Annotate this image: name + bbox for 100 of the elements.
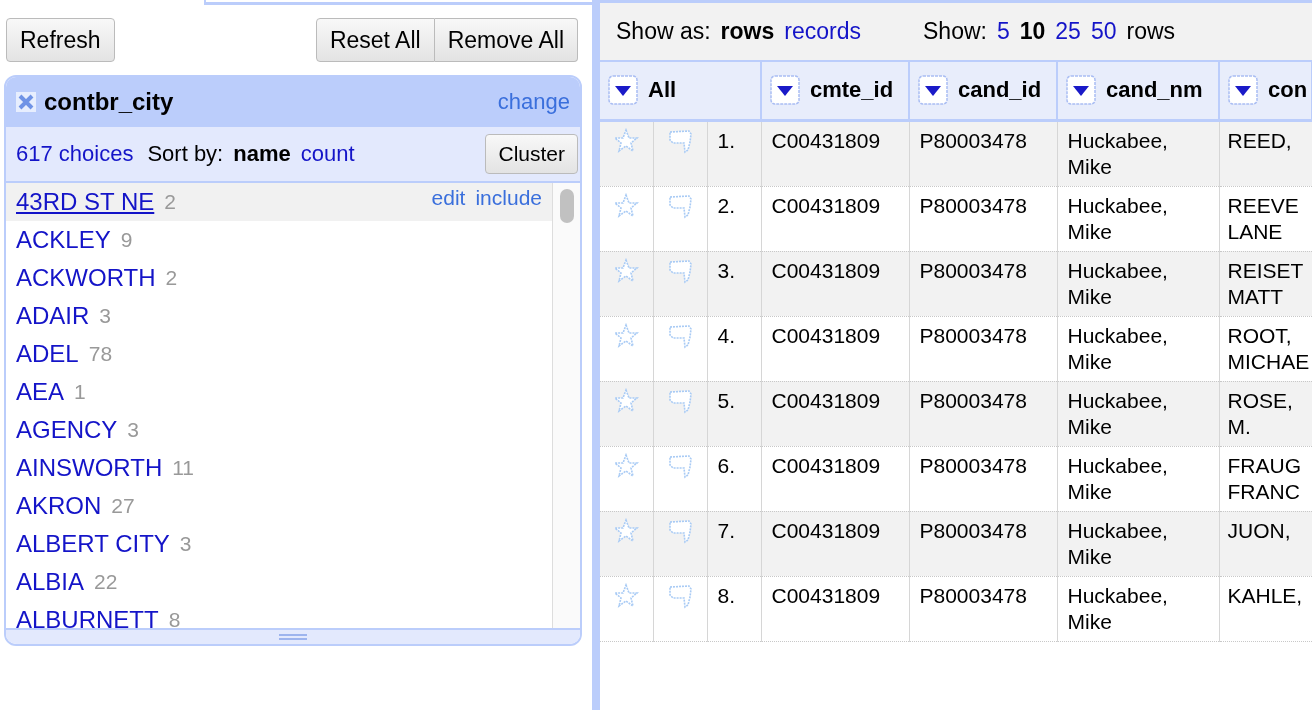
choice-row[interactable]: ALBURNETT 8 (6, 601, 552, 628)
row-number: 6. (717, 453, 735, 477)
star-icon[interactable] (613, 517, 640, 544)
choice-row[interactable]: AGENCY 3 (6, 411, 552, 449)
choice-count: 11 (172, 456, 195, 480)
star-icon[interactable] (613, 582, 640, 609)
flag-icon[interactable] (667, 192, 693, 219)
table-cell: P80003478 (919, 453, 1027, 477)
dropdown-icon[interactable] (770, 75, 800, 106)
choice-link[interactable]: ALBURNETT (16, 606, 159, 628)
table-cell: REISET MATT (1227, 258, 1303, 308)
column-header[interactable]: cand_id (909, 62, 1057, 120)
choice-row[interactable]: 43RD ST NE 2 edit include (6, 183, 552, 221)
table-cell: C00431809 (771, 323, 881, 347)
column-name: con (1268, 77, 1308, 104)
table-cell: P80003478 (919, 583, 1027, 607)
sort-option[interactable]: name (233, 141, 291, 167)
flag-icon[interactable] (667, 322, 693, 349)
page-size-option[interactable]: 25 (1055, 18, 1081, 45)
flag-icon[interactable] (667, 582, 693, 609)
flag-icon[interactable] (667, 257, 693, 284)
choice-link[interactable]: ADEL (16, 340, 79, 368)
choice-action-link[interactable]: edit (431, 186, 466, 210)
choice-link[interactable]: ALBERT CITY (16, 530, 170, 558)
scrollbar[interactable] (552, 183, 580, 628)
flag-icon[interactable] (667, 387, 693, 414)
view-mode-option[interactable]: records (784, 18, 861, 45)
scrollbar-thumb[interactable] (559, 189, 574, 223)
choice-link[interactable]: 43RD ST NE (16, 188, 155, 216)
table-cell: C00431809 (771, 388, 881, 412)
remove-all-button[interactable]: Remove All (434, 18, 578, 62)
star-icon[interactable] (613, 387, 640, 414)
reset-all-button[interactable]: Reset All (315, 18, 435, 62)
flag-icon[interactable] (667, 517, 693, 544)
grip-icon[interactable] (279, 634, 307, 640)
sort-option[interactable]: count (300, 141, 355, 167)
dropdown-icon[interactable] (1228, 75, 1258, 106)
choice-link[interactable]: AEA (16, 378, 65, 406)
choice-link[interactable]: ALBIA (16, 568, 85, 596)
table-cell: P80003478 (919, 258, 1027, 282)
choice-count: 27 (111, 494, 135, 518)
choice-count: 3 (179, 532, 192, 556)
flag-icon[interactable] (667, 452, 693, 479)
choice-row[interactable]: ALBIA 22 (6, 563, 552, 601)
choice-count: 78 (88, 342, 113, 366)
column-header[interactable]: All (600, 62, 761, 120)
table-cell: C00431809 (771, 258, 881, 282)
choice-link[interactable]: ACKLEY (16, 226, 111, 254)
star-icon[interactable] (613, 322, 640, 349)
choice-row[interactable]: AKRON 27 (6, 487, 552, 525)
choice-row[interactable]: AINSWORTH 11 (6, 449, 552, 487)
table-cell: JUON, (1227, 518, 1291, 542)
table-cell: Huckabee, Mike (1067, 193, 1168, 243)
sort-label: Sort by: (147, 141, 224, 167)
table-cell: P80003478 (919, 518, 1027, 542)
choice-link[interactable]: AKRON (16, 492, 102, 520)
refresh-button[interactable]: Refresh (6, 18, 115, 62)
table-cell: FRAUG FRANC (1227, 453, 1301, 503)
row-number: 1. (717, 128, 735, 152)
choice-link[interactable]: ADAIR (16, 302, 90, 330)
view-mode-option[interactable]: rows (720, 18, 775, 45)
table-cell: C00431809 (771, 518, 881, 542)
choice-row[interactable]: AEA 1 (6, 373, 552, 411)
star-icon[interactable] (613, 127, 640, 154)
table-cell: REEVE LANE (1227, 193, 1299, 243)
star-icon[interactable] (613, 192, 640, 219)
table-cell: C00431809 (771, 193, 881, 217)
choice-count: 1 (74, 380, 86, 404)
dropdown-icon[interactable] (1066, 75, 1096, 106)
flag-icon[interactable] (667, 127, 693, 154)
choice-link[interactable]: ACKWORTH (16, 264, 156, 292)
page-size-option[interactable]: 50 (1090, 18, 1117, 45)
star-icon[interactable] (613, 452, 640, 479)
choice-action-link[interactable]: include (475, 186, 542, 210)
close-icon[interactable] (16, 92, 36, 112)
table-cell: Huckabee, Mike (1067, 258, 1168, 308)
choice-row[interactable]: ACKWORTH 2 (6, 259, 552, 297)
dropdown-icon[interactable] (608, 75, 638, 106)
page-size-option[interactable]: 10 (1019, 18, 1046, 45)
resize-handle[interactable] (6, 628, 580, 644)
row-number: 3. (717, 258, 735, 282)
choice-link[interactable]: AGENCY (16, 416, 118, 444)
column-header[interactable]: cmte_id (761, 62, 909, 120)
choice-count: 3 (99, 304, 112, 328)
choice-row[interactable]: ADEL 78 (6, 335, 552, 373)
row-number: 2. (717, 193, 735, 217)
cluster-button[interactable]: Cluster (485, 134, 578, 174)
star-icon[interactable] (613, 257, 640, 284)
column-header[interactable]: con (1219, 62, 1312, 120)
dropdown-icon[interactable] (918, 75, 948, 106)
choices-count-link[interactable]: 617 choices (16, 141, 134, 167)
choice-link[interactable]: AINSWORTH (16, 454, 163, 482)
table-cell: Huckabee, Mike (1067, 583, 1168, 633)
choice-count: 22 (94, 570, 118, 594)
choice-row[interactable]: ADAIR 3 (6, 297, 552, 335)
choice-row[interactable]: ACKLEY 9 (6, 221, 552, 259)
choice-row[interactable]: ALBERT CITY 3 (6, 525, 552, 563)
page-size-option[interactable]: 5 (996, 18, 1010, 45)
column-name: cand_nm (1106, 77, 1203, 104)
column-header[interactable]: cand_nm (1057, 62, 1219, 120)
